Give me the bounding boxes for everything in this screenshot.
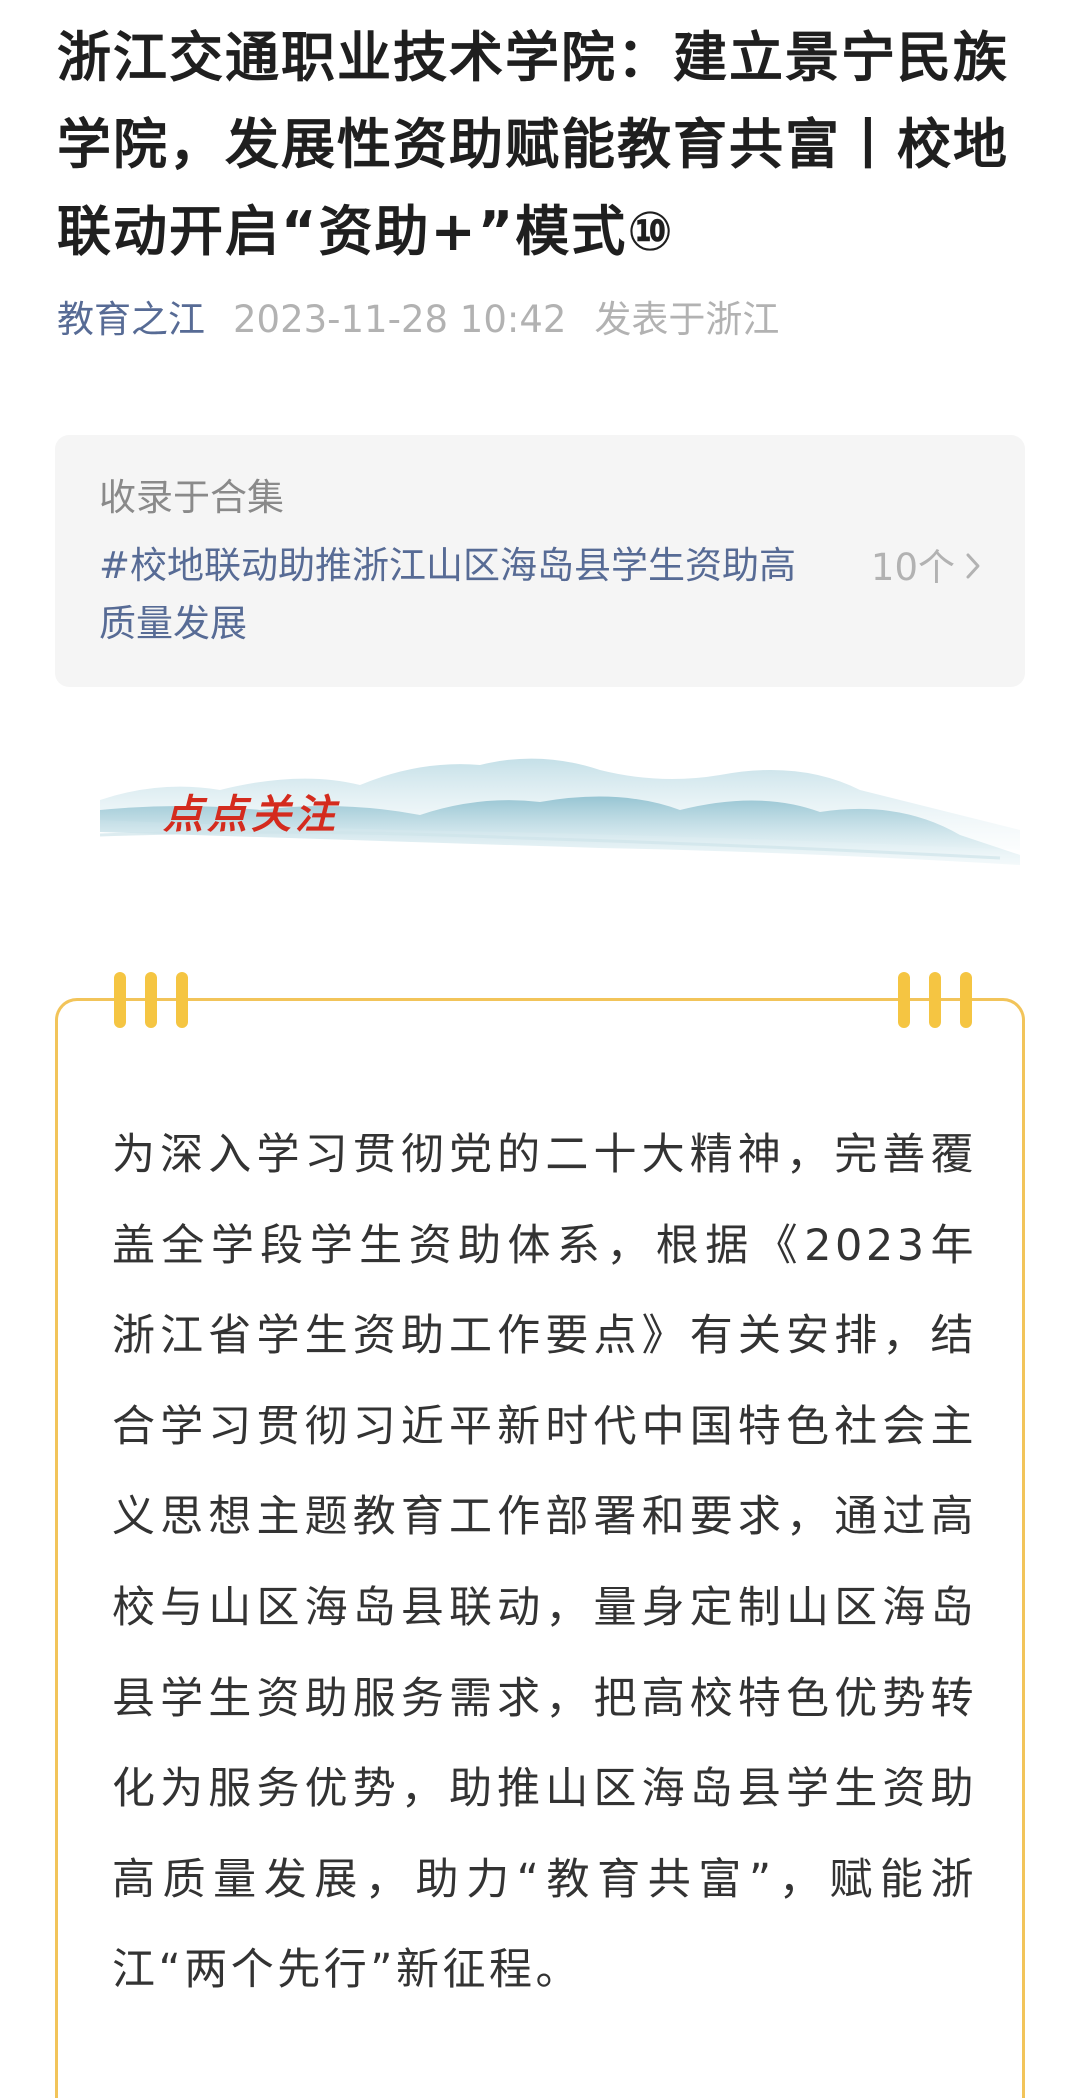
- collection-topic-link[interactable]: #校地联动助推浙江山区海岛县学生资助高质量发展: [99, 537, 819, 653]
- article-meta: 教育之江 2023-11-28 10:42 发表于浙江: [57, 296, 779, 344]
- chevron-right-icon: [965, 545, 981, 591]
- collection-label: 收录于合集: [99, 476, 284, 519]
- card-decoration-left: [114, 972, 188, 1028]
- card-decoration-right: [898, 972, 972, 1028]
- account-name-link[interactable]: 教育之江: [57, 298, 205, 341]
- intro-paragraph: 为深入学习贯彻党的二十大精神，完善覆盖全学段学生资助体系，根据《2023年浙江省…: [112, 1130, 977, 1996]
- publish-location: 发表于浙江: [594, 298, 780, 341]
- collection-count[interactable]: 10个: [871, 545, 981, 591]
- collection-card[interactable]: 收录于合集 #校地联动助推浙江山区海岛县学生资助高质量发展 10个: [55, 435, 1025, 687]
- collection-count-text: 10个: [870, 546, 955, 589]
- follow-banner-text: 点点关注: [163, 791, 339, 838]
- article-title: 浙江交通职业技术学院：建立景宁民族学院，发展性资助赋能教育共富丨校地联动开启“资…: [57, 26, 1009, 263]
- publish-datetime: 2023-11-28 10:42: [233, 298, 567, 341]
